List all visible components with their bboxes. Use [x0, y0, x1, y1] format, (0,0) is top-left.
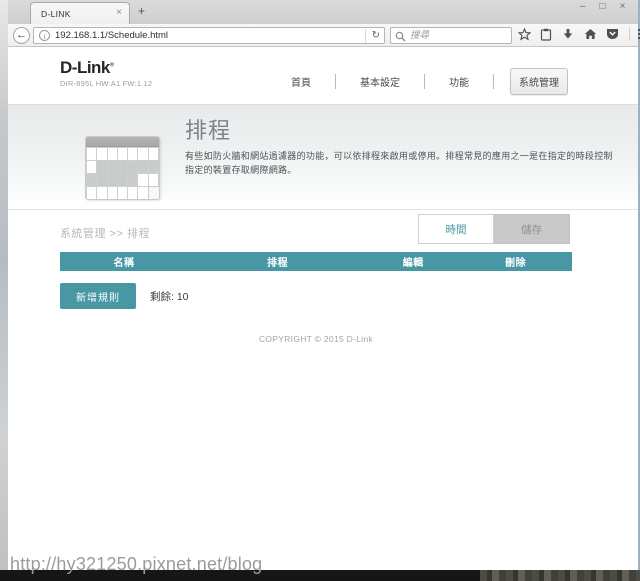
schedule-calendar-icon [85, 136, 160, 200]
site-info-icon[interactable]: i [39, 30, 50, 41]
tab-close-icon[interactable]: × [116, 7, 122, 19]
rules-table-header: 名稱 排程 編輯 刪除 [60, 252, 572, 271]
device-model-label: DIR-895L HW:A1 FW:1.12 [60, 79, 153, 88]
minimize-button[interactable]: – [577, 1, 588, 12]
tab-title: D-LINK [41, 9, 71, 19]
logo-text: D-Link [60, 58, 110, 77]
add-rule-button[interactable]: 新增規則 [60, 283, 136, 309]
window-controls: – □ × [577, 1, 628, 12]
mode-tabs: 時間 儲存 [418, 214, 570, 244]
breadcrumb-row: 系統管理 >> 排程 時間 儲存 [8, 209, 638, 252]
nav-item-features[interactable]: 功能 [441, 69, 477, 94]
nav-separator [335, 74, 336, 89]
description-line-2: 指定的裝置存取網際網路。 [185, 165, 297, 175]
url-input[interactable] [55, 28, 355, 43]
browser-window: D-LINK × + – □ × ← i ↻ [8, 0, 640, 570]
description-line-1: 有些如防火牆和網站過濾器的功能，可以依排程來啟用或停用。排程常見的應用之一是在指… [185, 151, 613, 161]
pocket-icon[interactable] [605, 27, 619, 41]
column-header-schedule: 排程 [267, 258, 289, 269]
remaining-count-label: 剩餘: 10 [150, 290, 189, 303]
column-header-delete: 刪除 [505, 258, 527, 269]
column-header-edit: 編輯 [402, 258, 424, 269]
registered-mark: ® [109, 62, 114, 69]
maximize-button[interactable]: □ [597, 1, 608, 12]
nav-item-management[interactable]: 系統管理 [510, 68, 568, 95]
new-tab-button[interactable]: + [138, 4, 145, 18]
tab-bar: D-LINK × + – □ × [8, 0, 638, 24]
menu-icon[interactable] [629, 27, 640, 41]
page-description: 有些如防火牆和網站過濾器的功能，可以依排程來啟用或停用。排程常見的應用之一是在指… [185, 149, 613, 177]
clipboard-icon[interactable] [539, 27, 553, 41]
nav-item-basic-settings[interactable]: 基本設定 [352, 69, 408, 94]
navigation-toolbar: ← i ↻ [8, 24, 640, 47]
desktop-texture [480, 570, 640, 581]
desktop-edge [0, 0, 8, 581]
dlink-logo: D-Link® DIR-895L HW:A1 FW:1.12 [60, 58, 152, 88]
toolbar-icons [517, 27, 640, 41]
downloads-icon[interactable] [561, 27, 575, 41]
page-banner: 排程 有些如防火牆和網站過濾器的功能，可以依排程來啟用或停用。排程常見的應用之一… [8, 104, 638, 200]
breadcrumb: 系統管理 >> 排程 [60, 228, 150, 240]
nav-item-home[interactable]: 首頁 [283, 69, 319, 94]
search-input[interactable] [410, 28, 506, 43]
page-title: 排程 [185, 118, 232, 143]
nav-separator [424, 74, 425, 89]
watermark-url: http://hy321250.pixnet.net/blog [10, 554, 263, 574]
time-tab-button[interactable]: 時間 [418, 214, 494, 244]
add-rule-row: 新增規則 剩餘: 10 [60, 283, 189, 309]
search-icon [395, 31, 406, 42]
site-header: D-Link® DIR-895L HW:A1 FW:1.12 首頁 基本設定 功… [8, 47, 638, 104]
tab-dlink[interactable]: D-LINK × [30, 2, 130, 24]
home-icon[interactable] [583, 27, 597, 41]
nav-separator [493, 74, 494, 89]
close-button[interactable]: × [617, 1, 628, 12]
copyright-text: COPYRIGHT © 2015 D-Link [258, 334, 374, 344]
search-box[interactable] [390, 27, 512, 44]
bookmark-star-icon[interactable] [517, 27, 531, 41]
site-nav: 首頁 基本設定 功能 系統管理 [283, 68, 568, 95]
url-bar[interactable]: i ↻ [33, 27, 385, 44]
back-button[interactable]: ← [13, 27, 30, 44]
save-button[interactable]: 儲存 [494, 214, 570, 244]
reload-icon[interactable]: ↻ [364, 29, 380, 43]
column-header-name: 名稱 [113, 258, 135, 269]
page-content: D-Link® DIR-895L HW:A1 FW:1.12 首頁 基本設定 功… [8, 47, 638, 570]
